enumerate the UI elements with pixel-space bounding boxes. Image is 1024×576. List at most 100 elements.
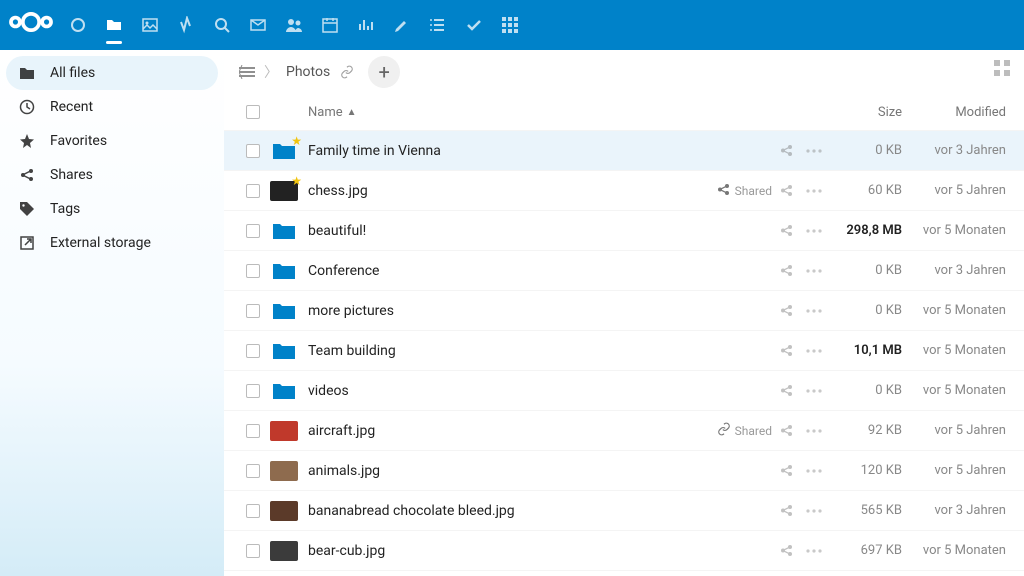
- sidebar-item-external-storage[interactable]: External storage: [6, 226, 218, 260]
- more-icon[interactable]: [800, 189, 828, 193]
- file-row[interactable]: more pictures0 KBvor 5 Monaten: [224, 290, 1024, 330]
- grid-icon[interactable]: [492, 0, 528, 50]
- more-icon[interactable]: [800, 149, 828, 153]
- dashboard-icon[interactable]: [60, 0, 96, 50]
- more-icon[interactable]: [800, 429, 828, 433]
- sidebar-item-label: All files: [50, 65, 95, 81]
- list-icon[interactable]: [420, 0, 456, 50]
- select-all-checkbox[interactable]: [246, 105, 260, 119]
- activity-icon[interactable]: [168, 0, 204, 50]
- share-icon[interactable]: [772, 463, 800, 478]
- file-modified: vor 5 Monaten: [910, 343, 1010, 358]
- sidebar-item-favorites[interactable]: Favorites: [6, 124, 218, 158]
- row-checkbox[interactable]: [246, 184, 260, 198]
- more-icon[interactable]: [800, 549, 828, 553]
- file-name[interactable]: bear-cub.jpg: [308, 543, 692, 559]
- shared-indicator[interactable]: Shared: [692, 422, 772, 439]
- add-button[interactable]: +: [368, 56, 400, 88]
- share-icon[interactable]: [772, 223, 800, 238]
- sidebar-item-all-files[interactable]: All files: [6, 56, 218, 90]
- files-icon[interactable]: [96, 0, 132, 50]
- file-name[interactable]: more pictures: [308, 303, 692, 319]
- file-name[interactable]: Team building: [308, 343, 692, 359]
- share-icon[interactable]: [772, 383, 800, 398]
- row-checkbox[interactable]: [246, 384, 260, 398]
- file-row[interactable]: beautiful!298,8 MBvor 5 Monaten: [224, 210, 1024, 250]
- favorite-star-icon: ★: [291, 174, 302, 188]
- file-row[interactable]: animals.jpg120 KBvor 5 Jahren: [224, 450, 1024, 490]
- row-checkbox[interactable]: [246, 504, 260, 518]
- more-icon[interactable]: [800, 309, 828, 313]
- column-modified[interactable]: Modified: [910, 105, 1010, 120]
- share-icon[interactable]: [772, 143, 800, 158]
- file-row[interactable]: aircraft.jpgShared92 KBvor 5 Jahren: [224, 410, 1024, 450]
- photos-icon[interactable]: [132, 0, 168, 50]
- share-icon: [16, 167, 38, 183]
- mail-icon[interactable]: [240, 0, 276, 50]
- file-name[interactable]: beautiful!: [308, 223, 692, 239]
- row-checkbox[interactable]: [246, 224, 260, 238]
- more-icon[interactable]: [800, 269, 828, 273]
- contacts-icon[interactable]: [276, 0, 312, 50]
- file-name[interactable]: animals.jpg: [308, 463, 692, 479]
- more-icon[interactable]: [800, 509, 828, 513]
- folder-icon: [16, 65, 38, 81]
- file-name[interactable]: videos: [308, 383, 692, 399]
- file-row[interactable]: bear-cub.jpg697 KBvor 5 Monaten: [224, 530, 1024, 570]
- sidebar-item-shares[interactable]: Shares: [6, 158, 218, 192]
- shared-indicator[interactable]: Shared: [692, 182, 772, 200]
- row-checkbox[interactable]: [246, 464, 260, 478]
- tasks-icon[interactable]: [456, 0, 492, 50]
- more-icon[interactable]: [800, 389, 828, 393]
- shared-label: Shared: [735, 184, 772, 198]
- file-row[interactable]: ★Family time in Vienna0 KBvor 3 Jahren: [224, 130, 1024, 170]
- row-checkbox[interactable]: [246, 544, 260, 558]
- share-icon[interactable]: [772, 543, 800, 558]
- sidebar-item-recent[interactable]: Recent: [6, 90, 218, 124]
- file-name[interactable]: Family time in Vienna: [308, 143, 692, 159]
- row-checkbox[interactable]: [246, 264, 260, 278]
- calendar-icon[interactable]: [312, 0, 348, 50]
- file-name[interactable]: chess.jpg: [308, 183, 692, 199]
- file-row[interactable]: bananabread chocolate bleed.jpg565 KBvor…: [224, 490, 1024, 530]
- row-checkbox[interactable]: [246, 144, 260, 158]
- share-icon[interactable]: [772, 343, 800, 358]
- file-name[interactable]: aircraft.jpg: [308, 423, 692, 439]
- search-icon[interactable]: [204, 0, 240, 50]
- share-icon[interactable]: [772, 263, 800, 278]
- breadcrumb-current[interactable]: Photos: [286, 64, 330, 80]
- column-name[interactable]: Name ▲: [308, 105, 692, 120]
- analytics-icon[interactable]: [348, 0, 384, 50]
- share-icon[interactable]: [772, 303, 800, 318]
- file-row[interactable]: videos0 KBvor 5 Monaten: [224, 370, 1024, 410]
- column-size[interactable]: Size: [828, 105, 910, 120]
- share-icon[interactable]: [772, 503, 800, 518]
- file-name[interactable]: bananabread chocolate bleed.jpg: [308, 503, 692, 519]
- file-size: 10,1 MB: [828, 343, 910, 358]
- row-checkbox[interactable]: [246, 304, 260, 318]
- row-checkbox[interactable]: [246, 424, 260, 438]
- share-icon[interactable]: [772, 183, 800, 198]
- file-name[interactable]: Conference: [308, 263, 692, 279]
- folder-icon: [268, 379, 300, 403]
- grid-view-icon[interactable]: [994, 60, 1010, 80]
- file-row[interactable]: ★chess.jpgShared60 KBvor 5 Jahren: [224, 170, 1024, 210]
- file-list-header: Name ▲ Size Modified: [224, 94, 1024, 130]
- file-size: 60 KB: [828, 183, 910, 198]
- file-row[interactable]: Team building 10,1 MBvor 5 Monaten: [224, 330, 1024, 370]
- home-icon[interactable]: [234, 59, 260, 85]
- sidebar-item-tags[interactable]: Tags: [6, 192, 218, 226]
- edit-icon[interactable]: [384, 0, 420, 50]
- file-row[interactable]: bmw.jpeg3,1 MBvor 5 Jahren: [224, 570, 1024, 576]
- app-logo[interactable]: [8, 10, 54, 40]
- image-thumbnail: [268, 539, 300, 563]
- more-icon[interactable]: [800, 349, 828, 353]
- more-icon[interactable]: [800, 229, 828, 233]
- file-size: 298,8 MB: [828, 223, 910, 238]
- image-thumbnail: ★: [268, 179, 300, 203]
- more-icon[interactable]: [800, 469, 828, 473]
- link-icon[interactable]: [338, 63, 356, 81]
- share-icon[interactable]: [772, 423, 800, 438]
- row-checkbox[interactable]: [246, 344, 260, 358]
- file-row[interactable]: Conference0 KBvor 3 Jahren: [224, 250, 1024, 290]
